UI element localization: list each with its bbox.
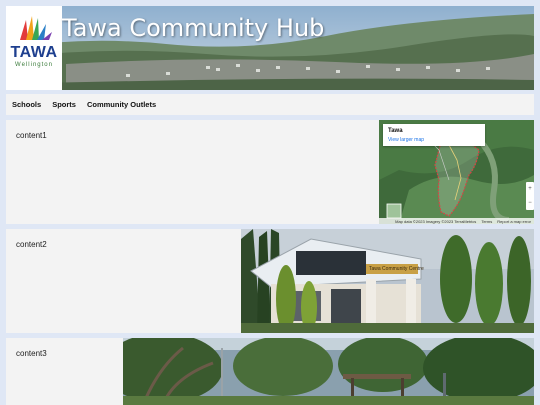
- map-info-card: Tawa View larger map: [383, 124, 485, 146]
- zoom-out-button[interactable]: −: [526, 196, 534, 210]
- logo-subtext: Wellington: [15, 62, 53, 68]
- community-centre-photo: Tawa Community Centre: [241, 229, 534, 333]
- content-panel-1: content1 Tawa View larger map + − Map da…: [6, 120, 534, 224]
- content-label: content1: [16, 131, 47, 140]
- content-label: content3: [16, 349, 47, 358]
- nav-item-schools[interactable]: Schools: [12, 100, 41, 109]
- park-photo: [123, 338, 534, 405]
- map-footer: Map data ©2023 Imagery ©2023 TerraMetric…: [379, 218, 534, 224]
- centre-sign-text: Tawa Community Centre: [369, 266, 424, 272]
- nav-item-sports[interactable]: Sports: [52, 100, 76, 109]
- park-image: [123, 338, 534, 405]
- map-terms-link[interactable]: Terms: [481, 219, 492, 224]
- nav-item-community-outlets[interactable]: Community Outlets: [87, 100, 156, 109]
- site-title: Tawa Community Hub: [62, 14, 325, 42]
- logo-mark-icon: [20, 16, 52, 40]
- community-centre-image: [241, 229, 534, 333]
- logo-text: TAWA: [10, 44, 58, 61]
- map-embed[interactable]: Tawa View larger map + − Map data ©2023 …: [379, 120, 534, 224]
- map-zoom-controls: + −: [526, 182, 534, 210]
- site-header: TAWA Wellington Tawa Community Hub: [6, 6, 534, 90]
- map-attribution: Map data ©2023 Imagery ©2023 TerraMetric…: [395, 218, 477, 224]
- zoom-in-button[interactable]: +: [526, 182, 534, 196]
- map-place-name: Tawa: [388, 128, 403, 134]
- map-report-link[interactable]: Report a map error: [497, 219, 531, 224]
- view-larger-map-link[interactable]: View larger map: [388, 137, 424, 143]
- content-label: content2: [16, 240, 47, 249]
- content-panel-2: content2 Tawa Community Centre: [6, 229, 534, 333]
- content-panel-3: content3: [6, 338, 534, 405]
- main-nav: Schools Sports Community Outlets: [6, 94, 534, 115]
- logo[interactable]: TAWA Wellington: [6, 6, 62, 90]
